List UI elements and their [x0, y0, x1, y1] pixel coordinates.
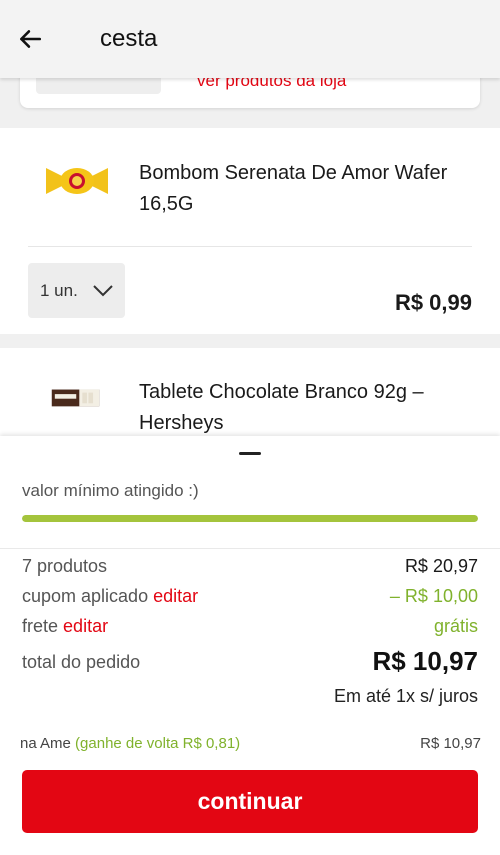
products-subtotal-value: R$ 20,97 [404, 556, 478, 576]
divider [28, 246, 472, 247]
cart-item: Bombom Serenata De Amor Wafer 16,5G 1 un… [0, 128, 500, 334]
back-button[interactable] [0, 0, 60, 78]
hersheys-bar-icon [51, 389, 100, 407]
shipping-edit-link[interactable]: editar [63, 616, 108, 636]
chevron-down-icon [93, 284, 113, 296]
minimum-value-message: valor mínimo atingido :) [22, 481, 199, 500]
minimum-value-progress [22, 515, 478, 522]
divider [0, 548, 500, 549]
order-total-value: R$ 10,97 [372, 646, 478, 676]
product-price: R$ 0,99 [394, 290, 472, 315]
installments-text: Em até 1x s/ juros [333, 686, 478, 706]
page-title: cesta [100, 25, 158, 52]
shipping-row: frete editar grátis [22, 616, 478, 637]
coupon-edit-link[interactable]: editar [153, 586, 198, 606]
products-count-label: 7 produtos [22, 556, 108, 576]
product-name: Tablete Chocolate Branco 92g – Hersheys [139, 381, 424, 434]
ame-total-value: R$ 10,97 [420, 735, 481, 752]
shipping-label: frete [22, 616, 59, 636]
products-subtotal-row: 7 produtos R$ 20,97 [22, 556, 478, 577]
order-summary-sheet: valor mínimo atingido :) 7 produtos R$ 2… [0, 436, 500, 855]
shipping-value: grátis [433, 616, 478, 636]
order-total-label: total do pedido [22, 652, 141, 672]
coupon-label: cupom aplicado [22, 586, 149, 606]
continue-button[interactable]: continuar [22, 770, 478, 833]
sheet-drag-handle[interactable] [239, 452, 261, 455]
ame-label: na Ame [20, 735, 71, 752]
coupon-row: cupom aplicado editar – R$ 10,00 [22, 586, 478, 607]
progress-fill [22, 515, 478, 522]
ame-cashback-text: (ganhe de volta R$ 0,81) [75, 735, 241, 752]
bombom-wrapper-icon [46, 168, 108, 194]
quantity-value: 1 un. [40, 280, 78, 300]
quantity-select[interactable]: 1 un. [28, 263, 125, 318]
ame-cashback-row: na Ame (ganhe de volta R$ 0,81) R$ 10,97 [20, 735, 481, 752]
app-header: cesta [0, 0, 500, 78]
product-name: Bombom Serenata De Amor Wafer 16,5G [139, 162, 448, 215]
cart-item: Tablete Chocolate Branco 92g – Hersheys [0, 348, 500, 438]
arrow-left-icon [20, 30, 42, 48]
coupon-discount-value: – R$ 10,00 [389, 586, 478, 606]
